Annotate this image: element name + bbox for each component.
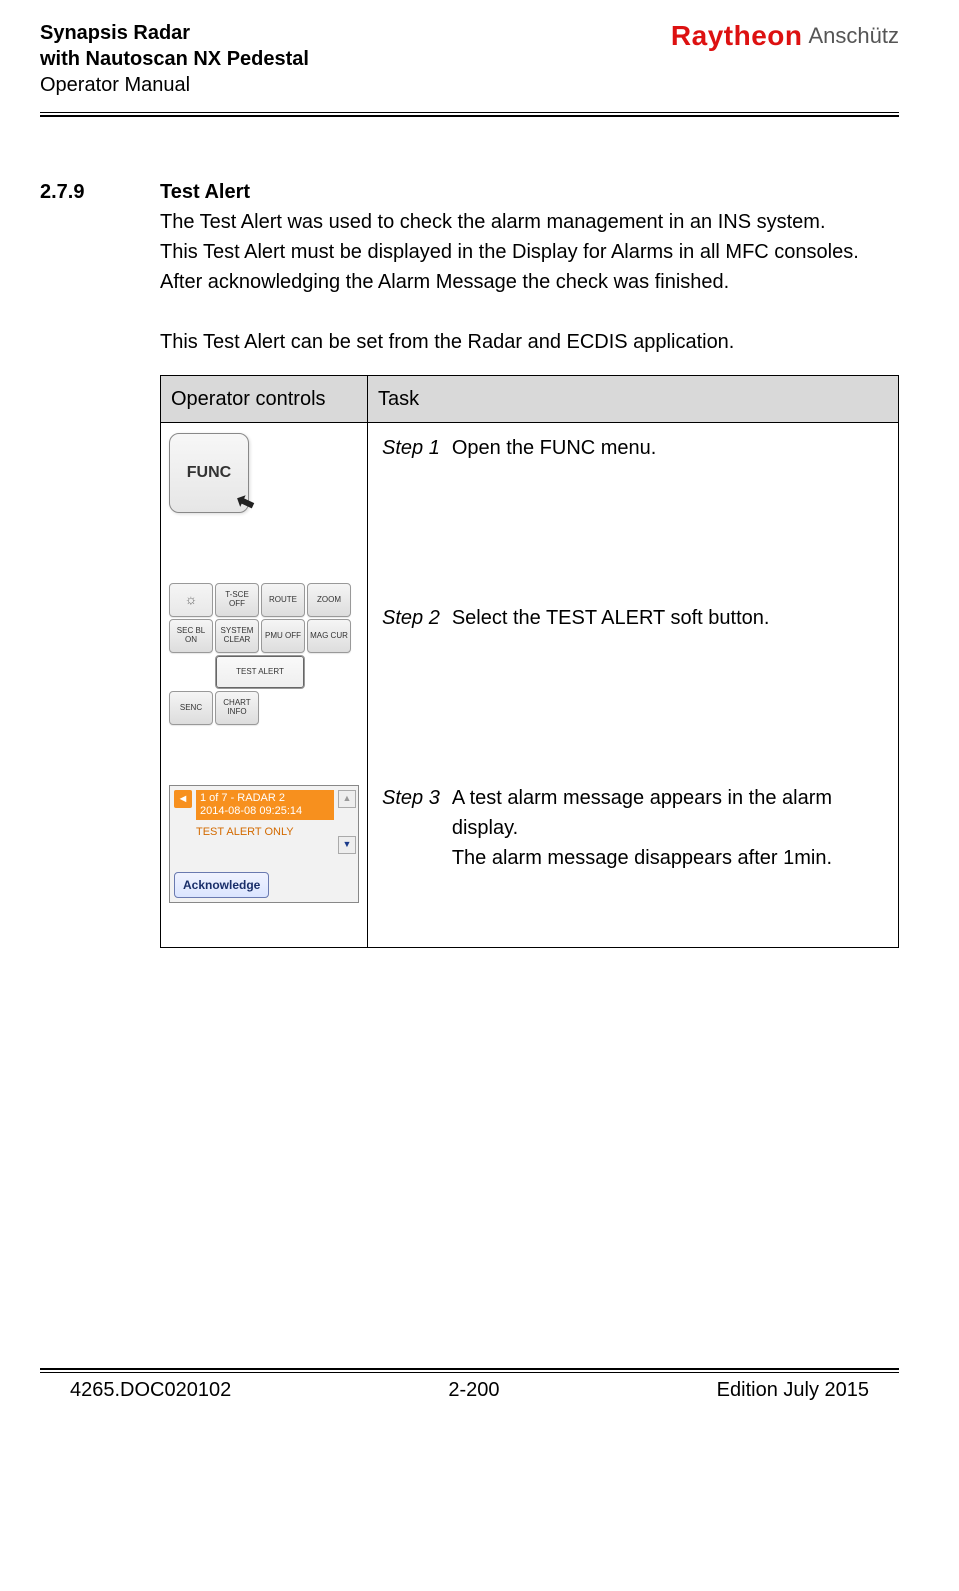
product-title-line1: Synapsis Radar — [40, 20, 309, 46]
step-1-label: Step 1 — [382, 433, 440, 463]
left-arrow-icon: ◄ — [178, 791, 189, 808]
step-3-text-line2: The alarm message disappears after 1min. — [452, 847, 832, 869]
sun-icon: ☼ — [185, 592, 198, 607]
step-2-label: Step 2 — [382, 603, 440, 633]
up-arrow-icon: ▲ — [343, 792, 352, 806]
page-header: Synapsis Radar with Nautoscan NX Pedesta… — [40, 20, 899, 110]
alarm-header: 1 of 7 - RADAR 2 2014-08-08 09:25:14 — [196, 790, 334, 820]
task-cell: Step 1 Open the FUNC menu. Step 2 Select… — [368, 423, 899, 948]
senc-soft-button[interactable]: SENC — [169, 691, 213, 725]
footer-doc-id: 4265.DOC020102 — [70, 1379, 231, 1402]
paragraph-3: After acknowledging the Alarm Message th… — [160, 267, 899, 297]
paragraph-2: This Test Alert must be displayed in the… — [160, 237, 899, 267]
alarm-count-source: 1 of 7 - RADAR 2 — [200, 792, 330, 805]
step-2-row: Step 2 Select the TEST ALERT soft button… — [382, 603, 884, 633]
procedure-table: Operator controls Task FUNC ⬉ — [160, 375, 899, 948]
paragraph-4: This Test Alert can be set from the Rada… — [160, 327, 899, 357]
section-body: The Test Alert was used to check the ala… — [160, 207, 899, 948]
chart-info-soft-button[interactable]: CHART INFO — [215, 691, 259, 725]
test-alert-soft-button[interactable]: TEST ALERT — [215, 655, 305, 689]
brand-logo: Raytheon Anschütz — [671, 20, 899, 52]
step-3-row: Step 3 A test alarm message appears in t… — [382, 783, 884, 873]
step-2-text: Select the TEST ALERT soft button. — [452, 603, 770, 633]
func-button[interactable]: FUNC ⬉ — [169, 433, 249, 513]
footer-rule-thick — [40, 1368, 899, 1370]
pmu-off-soft-button[interactable]: PMU OFF — [261, 619, 305, 653]
section-title: Test Alert — [160, 177, 250, 207]
operator-controls-cell: FUNC ⬉ ☼ T-SCE OFF ROUTE ZOOM SEC BL ON — [161, 423, 368, 948]
alarm-scroll-up-button[interactable]: ▲ — [338, 790, 356, 808]
step-1-row: Step 1 Open the FUNC menu. — [382, 433, 884, 463]
step-3-label: Step 3 — [382, 783, 440, 873]
system-clear-soft-button[interactable]: SYSTEM CLEAR — [215, 619, 259, 653]
alarm-scroll: ▲ ▼ — [338, 790, 354, 854]
document-type: Operator Manual — [40, 72, 309, 98]
down-arrow-icon: ▼ — [343, 838, 352, 852]
header-rule-thin — [40, 112, 899, 113]
th-task: Task — [368, 376, 899, 423]
step-3-text-line1: A test alarm message appears in the alar… — [452, 787, 832, 839]
footer-page-number: 2-200 — [448, 1379, 499, 1402]
th-operator-controls: Operator controls — [161, 376, 368, 423]
route-soft-button[interactable]: ROUTE — [261, 583, 305, 617]
header-title-block: Synapsis Radar with Nautoscan NX Pedesta… — [40, 20, 309, 98]
raytheon-logo-text: Raytheon — [671, 20, 803, 52]
content-area: 2.7.9 Test Alert The Test Alert was used… — [40, 177, 899, 948]
func-button-label: FUNC — [187, 461, 231, 485]
alarm-timestamp: 2014-08-08 09:25:14 — [200, 805, 330, 818]
alarm-display-panel: ◄ 1 of 7 - RADAR 2 2014-08-08 09:25:14 T… — [169, 785, 359, 903]
alarm-message-text: TEST ALERT ONLY — [174, 820, 334, 843]
acknowledge-button[interactable]: Acknowledge — [174, 872, 269, 898]
product-title-line2: with Nautoscan NX Pedestal — [40, 46, 309, 72]
alarm-scroll-down-button[interactable]: ▼ — [338, 836, 356, 854]
section-number: 2.7.9 — [40, 177, 110, 207]
tsce-off-soft-button[interactable]: T-SCE OFF — [215, 583, 259, 617]
soft-button-panel: ☼ T-SCE OFF ROUTE ZOOM SEC BL ON SYSTEM … — [169, 583, 359, 725]
secbl-on-soft-button[interactable]: SEC BL ON — [169, 619, 213, 653]
page-footer: 4265.DOC020102 2-200 Edition July 2015 — [40, 1368, 899, 1402]
section-heading-row: 2.7.9 Test Alert — [40, 177, 899, 207]
zoom-soft-button[interactable]: ZOOM — [307, 583, 351, 617]
step-3-text: A test alarm message appears in the alar… — [452, 783, 884, 873]
step-1-text: Open the FUNC menu. — [452, 433, 657, 463]
cursor-icon: ⬉ — [230, 483, 259, 520]
brightness-soft-button[interactable]: ☼ — [169, 583, 213, 617]
anschutz-logo-text: Anschütz — [809, 23, 900, 49]
footer-edition: Edition July 2015 — [717, 1379, 869, 1402]
mag-cur-soft-button[interactable]: MAG CUR — [307, 619, 351, 653]
paragraph-1: The Test Alert was used to check the ala… — [160, 207, 899, 237]
alarm-prev-button[interactable]: ◄ — [174, 790, 192, 808]
header-rule-thick — [40, 115, 899, 117]
